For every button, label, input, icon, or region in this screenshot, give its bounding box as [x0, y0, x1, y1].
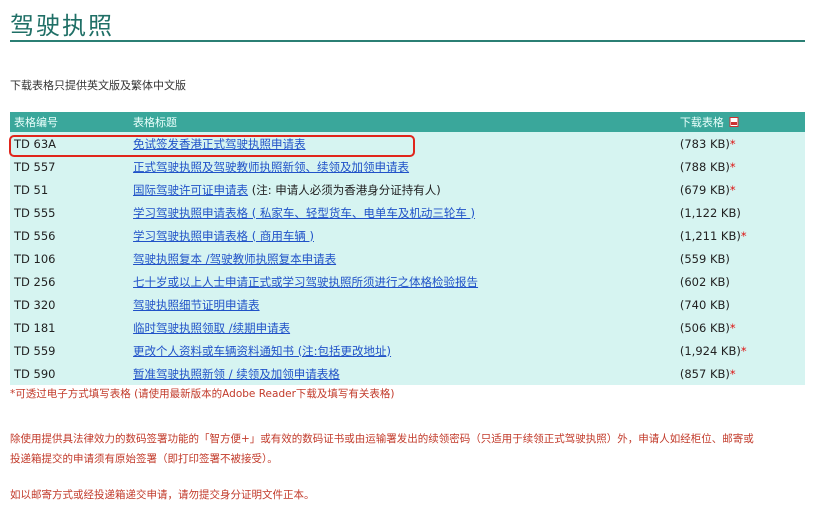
table-row: TD 51 国际驾驶许可证申请表 (注: 申请人必须为香港身分证持有人) (679 …: [10, 178, 805, 201]
file-size-cell: (857 KB)*: [675, 362, 805, 385]
electronic-star: *: [729, 366, 736, 381]
form-number: TD 256: [10, 270, 130, 293]
file-size: (679 KB): [679, 182, 730, 197]
file-size: (1,211 KB): [679, 228, 741, 243]
file-size: (1,122 KB): [679, 205, 741, 220]
download-notice: 下载表格只提供英文版及繁体中文版: [10, 79, 186, 92]
form-link[interactable]: 更改个人资料或车辆资料通知书 (注:包括更改地址): [133, 344, 391, 358]
forms-table: 表格编号 表格标题 下载表格 TD 63A 免试签发香港正式驾驶执照申请表 (783…: [10, 112, 805, 385]
form-number: TD 106: [10, 247, 130, 270]
electronic-star: *: [729, 136, 736, 151]
header-form-number: 表格编号: [10, 112, 130, 132]
signature-note-2: 投递箱提交的申请须有原始签署（即打印签署不被接受）。: [10, 453, 278, 465]
form-title-cell: 免试签发香港正式驾驶执照申请表: [129, 132, 676, 155]
form-title-cell: 驾驶执照细节证明申请表: [129, 293, 676, 316]
file-size-cell: (788 KB)*: [675, 155, 805, 178]
file-size-cell: (1,211 KB)*: [675, 224, 805, 247]
form-link[interactable]: 七十岁或以上人士申请正式或学习驾驶执照所须进行之体格检验报告: [133, 275, 478, 289]
title-divider: [10, 40, 805, 42]
file-size-cell: (506 KB)*: [675, 316, 805, 339]
table-row: TD 106 驾驶执照复本 /驾驶教师执照复本申请表 (559 KB): [10, 247, 805, 270]
table-row: TD 590 暂准驾驶执照新领 / 续领及加领申请表格 (857 KB)*: [10, 362, 805, 385]
file-size: (559 KB): [679, 251, 730, 266]
file-size-cell: (1,924 KB)*: [675, 339, 805, 362]
header-form-title: 表格标题: [129, 112, 676, 132]
electronic-star: *: [740, 228, 747, 243]
form-title-cell: 七十岁或以上人士申请正式或学习驾驶执照所须进行之体格检验报告: [129, 270, 676, 293]
electronic-star: *: [729, 320, 736, 335]
table-row: TD 256 七十岁或以上人士申请正式或学习驾驶执照所须进行之体格检验报告 (602…: [10, 270, 805, 293]
form-number: TD 556: [10, 224, 130, 247]
form-title-cell: 驾驶执照复本 /驾驶教师执照复本申请表: [129, 247, 676, 270]
page-title: 驾驶执照: [10, 12, 114, 40]
file-size-cell: (1,122 KB): [675, 201, 805, 224]
form-title-cell: 正式驾驶执照及驾驶教师执照新领、续领及加领申请表: [129, 155, 676, 178]
form-link[interactable]: 临时驾驶执照领取 /续期申请表: [133, 321, 290, 335]
file-size-cell: (740 KB): [675, 293, 805, 316]
form-link[interactable]: 学习驾驶执照申请表格 ( 私家车、轻型货车、电单车及机动三轮车 ): [133, 206, 475, 220]
file-size-cell: (559 KB): [675, 247, 805, 270]
form-link[interactable]: 驾驶执照细节证明申请表: [133, 298, 260, 312]
file-size: (857 KB): [679, 366, 730, 381]
signature-note-1: 除使用提供具法律效力的数码签署功能的「智方便+」或有效的数码证书或由运输署发出的…: [10, 433, 754, 445]
form-number: TD 557: [10, 155, 130, 178]
table-row: TD 555 学习驾驶执照申请表格 ( 私家车、轻型货车、电单车及机动三轮车 ) (…: [10, 201, 805, 224]
form-link[interactable]: 国际驾驶许可证申请表: [133, 183, 248, 197]
form-title-cell: 暂准驾驶执照新领 / 续领及加领申请表格: [129, 362, 676, 385]
file-size-cell: (679 KB)*: [675, 178, 805, 201]
form-title-cell: 学习驾驶执照申请表格 ( 商用车辆 ): [129, 224, 676, 247]
form-note: (注: 申请人必须为香港身分证持有人): [248, 182, 441, 197]
form-number: TD 181: [10, 316, 130, 339]
form-link[interactable]: 暂准驾驶执照新领 / 续领及加领申请表格: [133, 367, 340, 381]
file-size-cell: (783 KB)*: [675, 132, 805, 155]
electronic-note: *可透过电子方式填写表格 (请使用最新版本的Adobe Reader下载及填写有…: [10, 388, 395, 400]
form-link[interactable]: 正式驾驶执照及驾驶教师执照新领、续领及加领申请表: [133, 160, 409, 174]
table-row: TD 181 临时驾驶执照领取 /续期申请表 (506 KB)*: [10, 316, 805, 339]
form-title-cell: 学习驾驶执照申请表格 ( 私家车、轻型货车、电单车及机动三轮车 ): [129, 201, 676, 224]
electronic-star: *: [740, 343, 747, 358]
form-link[interactable]: 学习驾驶执照申请表格 ( 商用车辆 ): [133, 229, 314, 243]
mail-note: 如以邮寄方式或经投递箱递交申请，请勿提交身分证明文件正本。: [10, 489, 315, 501]
form-number: TD 63A: [10, 132, 130, 155]
table-row: TD 559 更改个人资料或车辆资料通知书 (注:包括更改地址) (1,924 KB…: [10, 339, 805, 362]
table-row: TD 63A 免试签发香港正式驾驶执照申请表 (783 KB)*: [10, 132, 805, 155]
table-row: TD 556 学习驾驶执照申请表格 ( 商用车辆 ) (1,211 KB)*: [10, 224, 805, 247]
file-size: (788 KB): [679, 159, 730, 174]
table-row: TD 557 正式驾驶执照及驾驶教师执照新领、续领及加领申请表 (788 KB)*: [10, 155, 805, 178]
form-number: TD 320: [10, 293, 130, 316]
file-size: (602 KB): [679, 274, 730, 289]
file-size: (783 KB): [679, 136, 730, 151]
table-header-row: 表格编号 表格标题 下载表格: [10, 112, 805, 132]
form-number: TD 51: [10, 178, 130, 201]
file-size-cell: (602 KB): [675, 270, 805, 293]
header-download: 下载表格: [675, 112, 805, 132]
header-download-label: 下载表格: [679, 116, 724, 129]
form-number: TD 555: [10, 201, 130, 224]
file-size: (1,924 KB): [679, 343, 741, 358]
form-link[interactable]: 免试签发香港正式驾驶执照申请表: [133, 137, 306, 151]
form-link[interactable]: 驾驶执照复本 /驾驶教师执照复本申请表: [133, 252, 336, 266]
file-size: (506 KB): [679, 320, 730, 335]
pdf-icon: [729, 117, 739, 127]
form-number: TD 590: [10, 362, 130, 385]
form-title-cell: 国际驾驶许可证申请表 (注: 申请人必须为香港身分证持有人): [129, 178, 676, 201]
form-number: TD 559: [10, 339, 130, 362]
form-title-cell: 更改个人资料或车辆资料通知书 (注:包括更改地址): [129, 339, 676, 362]
electronic-star: *: [729, 159, 736, 174]
file-size: (740 KB): [679, 297, 730, 312]
electronic-star: *: [729, 182, 736, 197]
form-title-cell: 临时驾驶执照领取 /续期申请表: [129, 316, 676, 339]
table-row: TD 320 驾驶执照细节证明申请表 (740 KB): [10, 293, 805, 316]
